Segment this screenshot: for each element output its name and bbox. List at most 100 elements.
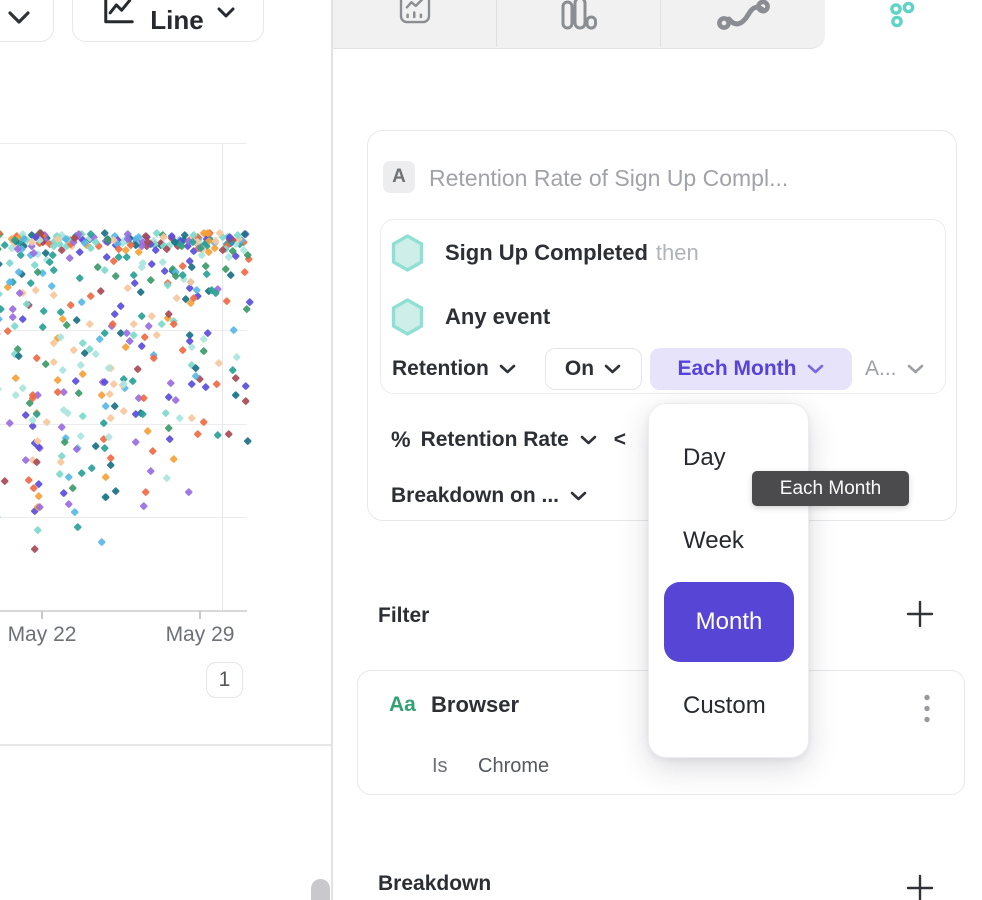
query-title-input[interactable]: Retention Rate of Sign Up Compl... — [429, 165, 788, 192]
scatter-dot — [79, 370, 87, 378]
scatter-dot — [103, 252, 111, 260]
scatter-dot — [107, 414, 115, 422]
chart-type-dropdown-button[interactable]: Line — [72, 0, 264, 42]
scatter-dot — [144, 427, 152, 435]
kebab-menu-icon[interactable] — [921, 693, 933, 725]
scatter-dot — [134, 365, 142, 373]
scatter-dot — [59, 365, 67, 373]
scatter-dot — [130, 271, 138, 279]
scatter-dot — [111, 402, 119, 410]
scatter-dot — [8, 305, 16, 313]
scatter-dot — [176, 414, 184, 422]
scatter-dot — [106, 390, 114, 398]
scatter-dot — [230, 326, 238, 334]
scatter-dot — [74, 522, 82, 530]
add-filter-button[interactable] — [906, 600, 934, 628]
scatter-dot — [56, 470, 64, 478]
scatter-dot — [213, 380, 221, 388]
interval-dropdown[interactable]: Each Month — [650, 348, 852, 390]
scatter-dot — [138, 312, 146, 320]
scatter-dot — [60, 489, 68, 497]
collapsed-dropdown-button[interactable] — [0, 0, 54, 42]
scatter-dot — [225, 430, 233, 438]
scatter-dot — [131, 279, 139, 287]
scatter-dot — [132, 437, 140, 445]
event-row-sign-up-completed[interactable]: Sign Up Completed then — [381, 232, 945, 274]
scatter-dot — [27, 279, 35, 287]
scatter-dot — [77, 432, 85, 440]
scatter-dot — [12, 391, 20, 399]
scatter-dot — [86, 292, 94, 300]
tab-bar-chart[interactable] — [497, 0, 661, 47]
measure-dropdown[interactable]: % Retention Rate < — [391, 425, 626, 455]
scatter-dot — [65, 472, 73, 480]
scatter-dot — [170, 455, 178, 463]
measure-operator: < — [614, 428, 626, 452]
scatter-dot — [194, 430, 202, 438]
gridline — [222, 143, 223, 610]
x-tick-label: May 22 — [7, 623, 77, 647]
filter-value[interactable]: Chrome — [478, 755, 549, 778]
x-tick-label: May 29 — [165, 623, 235, 647]
interval-option-month[interactable]: Month — [664, 582, 794, 662]
scatter-dot — [232, 390, 240, 398]
scatter-dot — [77, 361, 85, 369]
gridline — [0, 424, 247, 425]
filter-property-name[interactable]: Browser — [431, 692, 519, 718]
string-property-icon: Aa — [389, 693, 416, 717]
interval-tooltip: Each Month — [752, 471, 909, 506]
scatter-dot — [241, 268, 249, 276]
on-dropdown[interactable]: On — [545, 348, 642, 390]
scatter-dot — [142, 488, 150, 496]
interval-option-week[interactable]: Week — [683, 527, 744, 555]
app-window: May 22 May 29 1 Line — [0, 0, 982, 900]
chevron-down-icon — [603, 363, 622, 375]
event-row-any-event[interactable]: Any event — [381, 296, 945, 338]
event-name: Any event — [445, 304, 550, 330]
filter-operator[interactable]: Is — [432, 755, 448, 778]
scatter-dot — [167, 379, 175, 387]
scatter-dot — [202, 262, 210, 270]
interval-option-day[interactable]: Day — [683, 444, 726, 472]
scatter-dot — [46, 258, 54, 266]
scatter-dot — [0, 385, 2, 393]
scatter-dot — [140, 502, 148, 510]
breakdown-on-dropdown[interactable]: Breakdown on ... — [391, 481, 588, 511]
scatter-dot — [166, 435, 174, 443]
scatter-dot — [141, 333, 149, 341]
scatter-dot — [0, 260, 2, 268]
add-breakdown-button[interactable] — [906, 874, 934, 900]
scatter-dot — [173, 294, 181, 302]
scatter-dot — [140, 393, 148, 401]
scatter-dot — [50, 291, 58, 299]
scatter-dot — [147, 467, 155, 475]
on-label: On — [565, 357, 594, 381]
scatter-dot — [178, 346, 186, 354]
scatter-dot — [92, 442, 100, 450]
chevron-down-icon — [806, 363, 825, 375]
scatter-dot — [12, 374, 20, 382]
scatter-dot — [111, 310, 119, 318]
actor-dropdown[interactable]: A... — [865, 348, 925, 390]
scatter-dot — [65, 500, 73, 508]
scatter-dot — [98, 537, 106, 545]
scatter-dot — [79, 412, 87, 420]
tab-flow-chart[interactable] — [661, 0, 825, 47]
tab-scatter-active[interactable] — [886, 0, 918, 35]
breakdown-section-title: Breakdown — [378, 872, 491, 896]
scatter-dot — [22, 456, 30, 464]
scatter-dot — [191, 364, 199, 372]
pagination-page-1-button[interactable]: 1 — [206, 662, 243, 698]
scatter-dot — [97, 286, 105, 294]
scatter-dot — [130, 319, 138, 327]
scatter-dot — [54, 376, 62, 384]
scatter-dot — [214, 431, 222, 439]
scatter-dot — [19, 315, 27, 323]
interval-option-custom[interactable]: Custom — [683, 692, 766, 720]
scrollbar-thumb[interactable] — [311, 879, 330, 900]
retention-type-label: Retention — [392, 357, 489, 381]
retention-type-dropdown[interactable]: Retention — [392, 348, 517, 390]
scatter-dot — [117, 302, 125, 310]
tab-insights-chart[interactable] — [333, 0, 497, 47]
scatter-dot — [79, 339, 87, 347]
